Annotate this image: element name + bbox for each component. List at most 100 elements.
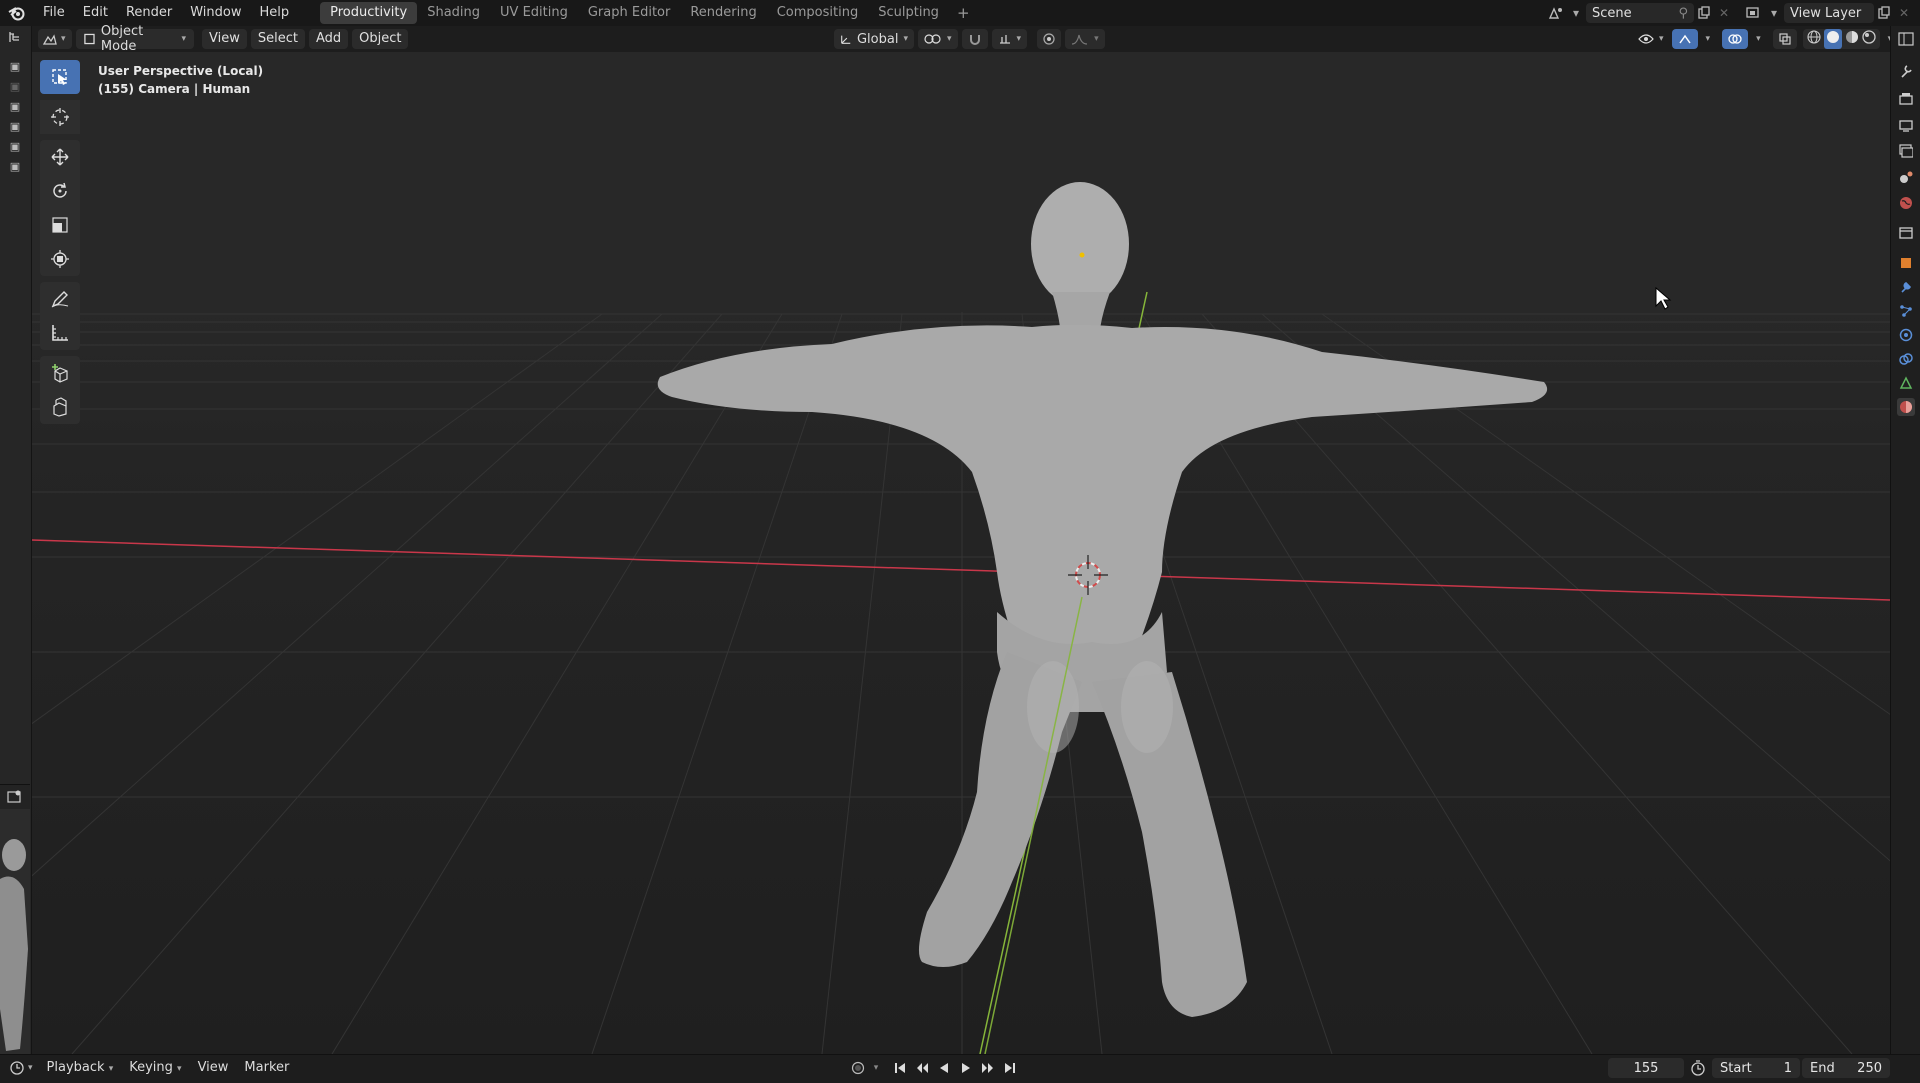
snap-toggle[interactable] [961,29,988,49]
new-scene-icon[interactable] [1694,3,1714,23]
move-tool[interactable] [40,140,80,174]
image-editor-type-icon[interactable] [0,785,30,809]
material-preview-button[interactable] [1845,30,1859,48]
record-toggle-icon[interactable] [848,1058,868,1078]
scale-tool[interactable] [40,208,80,242]
tab-graph-editor[interactable]: Graph Editor [578,2,680,24]
wireframe-shading-button[interactable] [1807,30,1821,48]
object-origin-dot[interactable] [1079,252,1085,258]
chevron-down-icon[interactable]: ▾ [1566,3,1586,23]
overlays-dropdown[interactable]: ▾ [1750,29,1767,49]
camera-icon[interactable]: ▣ [7,140,23,154]
cursor-tool[interactable] [40,100,80,134]
proportional-editing-toggle[interactable] [1037,29,1062,49]
camera-icon[interactable]: ▣ [7,160,23,174]
tab-sculpting[interactable]: Sculpting [868,2,949,24]
jump-to-keyframe-prev-icon[interactable] [912,1058,932,1078]
object-mode-dropdown[interactable]: Object Mode ▾ [76,24,194,54]
view-layer-field[interactable]: View Layer [1784,3,1874,23]
camera-icon[interactable]: ▣ [7,120,23,134]
3d-viewport[interactable]: User Perspective (Local) (155) Camera | … [32,52,1890,1054]
add-cube-tool[interactable] [40,356,80,390]
particles-icon[interactable] [1897,302,1915,320]
transform-tool[interactable] [40,242,80,276]
extrude-tool[interactable] [40,390,80,424]
camera-icon[interactable]: ▣ [7,80,23,94]
chevron-down-icon[interactable]: ▾ [870,1058,882,1078]
menu-render[interactable]: Render [117,0,181,26]
jump-to-end-icon[interactable] [1000,1058,1020,1078]
collection-properties-icon[interactable] [1897,224,1915,242]
falloff-dropdown[interactable]: ▾ [1065,29,1105,49]
keying-menu[interactable]: Keying ▾ [121,1060,189,1075]
physics-icon[interactable] [1897,326,1915,344]
delete-view-layer-icon[interactable]: ✕ [1894,3,1914,23]
chevron-down-icon[interactable]: ▾ [1764,3,1784,23]
gizmo-dropdown[interactable]: ▾ [1700,29,1717,49]
menu-window[interactable]: Window [181,0,250,26]
pivot-point-dropdown[interactable]: ▾ [918,29,958,49]
pin-icon[interactable]: ⚲ [1678,6,1688,21]
select-box-tool[interactable] [40,60,80,94]
delete-scene-icon[interactable]: ✕ [1714,3,1734,23]
playback-menu[interactable]: Playback ▾ [39,1060,122,1075]
start-frame-field[interactable]: Start 1 [1712,1058,1800,1078]
play-reverse-icon[interactable] [934,1058,954,1078]
add-menu[interactable]: Add [308,29,349,49]
blender-logo-icon[interactable] [0,0,34,26]
output-properties-icon[interactable] [1897,116,1915,134]
tab-compositing[interactable]: Compositing [767,2,869,24]
scene-icon[interactable] [1546,3,1566,23]
measure-tool[interactable] [40,316,80,350]
menu-file[interactable]: File [34,0,74,26]
render-properties-icon[interactable] [1897,90,1915,108]
view-menu[interactable]: View [202,29,247,49]
tool-settings-icon[interactable] [1897,62,1915,80]
current-frame-field[interactable]: 155 [1608,1058,1684,1078]
play-icon[interactable] [956,1058,976,1078]
tab-productivity[interactable]: Productivity [320,2,418,24]
jump-to-start-icon[interactable] [890,1058,910,1078]
properties-editor-type-icon[interactable] [1897,30,1915,48]
view-menu-timeline[interactable]: View [190,1060,237,1075]
end-frame-field[interactable]: End 250 [1802,1058,1890,1078]
object-properties-icon[interactable] [1897,254,1915,272]
marker-menu[interactable]: Marker [236,1060,297,1075]
scene-properties-icon[interactable] [1897,168,1915,186]
transform-orientation-dropdown[interactable]: Global ▾ [834,29,914,49]
visibility-dropdown[interactable]: ▾ [1632,29,1670,49]
annotate-tool[interactable] [40,282,80,316]
object-data-icon[interactable] [1897,374,1915,392]
scene-name-field[interactable]: Scene ⚲ [1586,3,1694,23]
modifier-wrench-icon[interactable] [1897,278,1915,296]
camera-icon[interactable]: ▣ [7,100,23,114]
rendered-shading-button[interactable] [1861,30,1876,48]
editor-type-button[interactable]: ▾ [38,29,72,49]
tab-shading[interactable]: Shading [417,2,490,24]
menu-help[interactable]: Help [251,0,299,26]
timeline-editor-type-button[interactable]: ▾ [0,1060,39,1075]
jump-to-keyframe-next-icon[interactable] [978,1058,998,1078]
tab-uv-editing[interactable]: UV Editing [490,2,578,24]
solid-shading-button[interactable] [1823,29,1842,49]
outliner-editor-type-icon[interactable] [7,30,23,44]
stopwatch-icon[interactable] [1690,1060,1706,1080]
xray-toggle[interactable] [1772,29,1797,49]
tab-rendering[interactable]: Rendering [680,2,766,24]
rotate-tool[interactable] [40,174,80,208]
select-menu[interactable]: Select [250,29,305,49]
snap-target-dropdown[interactable]: ▾ [991,29,1028,49]
add-workspace-button[interactable]: + [949,4,978,22]
new-view-layer-icon[interactable] [1874,3,1894,23]
gizmo-toggle[interactable] [1671,29,1698,49]
material-properties-icon[interactable] [1897,398,1915,416]
menu-edit[interactable]: Edit [74,0,117,26]
constraints-icon[interactable] [1897,350,1915,368]
perspective-label: User Perspective (Local) [98,64,264,78]
view-layer-icon[interactable] [1744,3,1764,23]
camera-icon[interactable]: ▣ [7,60,23,74]
view-layer-properties-icon[interactable] [1897,142,1915,160]
world-properties-icon[interactable] [1897,194,1915,212]
overlays-toggle[interactable] [1722,29,1749,49]
object-menu[interactable]: Object [352,29,409,49]
